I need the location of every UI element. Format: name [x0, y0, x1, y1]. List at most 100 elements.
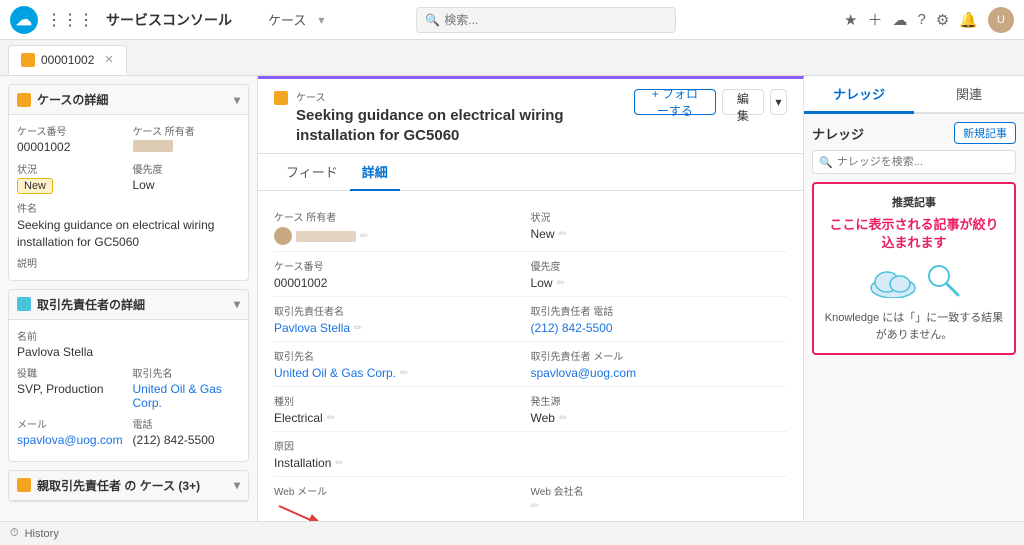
nav-subtitle: ケース	[268, 10, 306, 29]
field-type-value: Electrical ✏	[274, 411, 531, 425]
contact-edit-icon[interactable]: ✏	[354, 323, 362, 334]
field-reason: 原因 Installation ✏	[274, 432, 531, 477]
field-contact-name-value: Pavlova Stella ✏	[274, 321, 531, 335]
tab-case-00001002[interactable]: 00001002 ✕	[8, 45, 127, 75]
arrow-svg	[274, 501, 334, 521]
bookmark-icon[interactable]: ★	[844, 11, 857, 29]
knowledge-search[interactable]: 🔍	[812, 150, 1016, 174]
tab-feed[interactable]: フィード	[274, 154, 350, 191]
field-web-company-value: ✏	[531, 501, 788, 512]
field-contact-email-value: spavlova@uog.com	[531, 366, 788, 380]
tab-knowledge[interactable]: ナレッジ	[804, 76, 914, 114]
field-contact-phone: 取引先責任者 電話 (212) 842-5500	[531, 297, 788, 342]
top-navigation: ☁ ⋮⋮⋮ サービスコンソール ケース ▾ 🔍 ★ ＋ ☁ ? ⚙ 🔔 U	[0, 0, 1024, 40]
center-case-icon	[274, 91, 288, 105]
center-header: ケース Seeking guidance on electrical wirin…	[258, 79, 803, 154]
email-phone-row: メール spavlova@uog.com 電話 (212) 842-5500	[17, 416, 240, 447]
contact-name-label: 名前	[17, 328, 240, 343]
center-header-left: ケース Seeking guidance on electrical wirin…	[274, 89, 634, 145]
owner-edit-icon[interactable]: ✏	[360, 231, 368, 242]
follow-button[interactable]: + フォローする	[634, 89, 716, 115]
cloud-icon[interactable]: ☁	[893, 11, 908, 29]
field-case-owner-value: ✏	[274, 227, 531, 245]
case-icon	[17, 93, 31, 107]
center-tabs: フィード 詳細	[258, 154, 803, 191]
status-priority-row: 状況 New 優先度 Low	[17, 161, 240, 194]
field-contact-email: 取引先責任者 メール spavlova@uog.com	[531, 342, 788, 387]
contact-detail-title: 取引先責任者の詳細	[37, 296, 145, 313]
field-case-number-value: 00001002	[274, 276, 531, 290]
phone-label: 電話	[133, 416, 241, 431]
new-article-button[interactable]: 新規記事	[954, 122, 1016, 144]
field-case-number-label: ケース番号	[274, 258, 531, 273]
field-empty	[531, 432, 788, 477]
field-case-number: ケース番号 00001002	[274, 252, 531, 297]
role-value: SVP, Production	[17, 382, 125, 396]
help-icon[interactable]: ?	[918, 11, 926, 28]
search-input[interactable]	[444, 13, 667, 27]
phone-field: 電話 (212) 842-5500	[133, 416, 241, 447]
field-priority: 優先度 Low ✏	[531, 252, 788, 297]
main-layout: ケースの詳細 ▾ ケース番号 00001002 ケース 所有者	[0, 76, 1024, 521]
detail-grid: ケース 所有者 ✏ 状況 New ✏	[274, 203, 787, 521]
type-edit-icon[interactable]: ✏	[327, 413, 335, 424]
notification-icon[interactable]: 🔔	[959, 11, 978, 29]
field-type: 種別 Electrical ✏	[274, 387, 531, 432]
field-account-name-value: United Oil & Gas Corp. ✏	[274, 366, 531, 380]
more-actions-button[interactable]: ▾	[770, 89, 787, 115]
add-icon[interactable]: ＋	[867, 9, 882, 30]
priority-field: 優先度 Low	[133, 161, 241, 194]
case-detail-card: ケースの詳細 ▾ ケース番号 00001002 ケース 所有者	[8, 84, 249, 281]
contact-detail-body: 名前 Pavlova Stella 役職 SVP, Production 取引先…	[9, 320, 248, 461]
field-account-name-label: 取引先名	[274, 348, 531, 363]
parent-case-dropdown[interactable]: ▾	[234, 478, 240, 492]
field-contact-name-label: 取引先責任者名	[274, 303, 531, 318]
edit-button[interactable]: 編集	[722, 89, 764, 115]
case-owner-label: ケース 所有者	[133, 123, 241, 138]
owner-avatar	[274, 227, 292, 245]
contact-detail-dropdown[interactable]: ▾	[234, 297, 240, 311]
web-company-edit-icon[interactable]: ✏	[531, 501, 539, 512]
tab-related[interactable]: 関連	[914, 76, 1024, 114]
illustration	[824, 262, 1004, 298]
priority-edit-icon[interactable]: ✏	[557, 278, 565, 289]
priority-value: Low	[133, 178, 241, 192]
magnifier-illustration	[925, 262, 961, 298]
reason-edit-icon[interactable]: ✏	[335, 458, 343, 469]
status-value: New	[17, 178, 125, 194]
source-edit-icon[interactable]: ✏	[559, 413, 567, 424]
tab-case-icon	[21, 53, 35, 67]
case-owner-value	[133, 140, 241, 155]
salesforce-logo: ☁	[10, 6, 38, 34]
field-source-label: 発生源	[531, 393, 788, 408]
status-bar: ⏱ History	[0, 521, 1024, 545]
case-number-row: ケース番号 00001002 ケース 所有者	[17, 123, 240, 155]
owner-name	[296, 231, 356, 242]
grid-icon[interactable]: ⋮⋮⋮	[46, 10, 94, 30]
case-detail-dropdown[interactable]: ▾	[234, 93, 240, 107]
tab-detail[interactable]: 詳細	[350, 154, 400, 191]
case-number-label: ケース番号	[17, 123, 125, 138]
email-value[interactable]: spavlova@uog.com	[17, 433, 125, 447]
nav-separator	[244, 11, 256, 28]
avatar[interactable]: U	[988, 7, 1014, 33]
case-number-field: ケース番号 00001002	[17, 123, 125, 155]
knowledge-search-input[interactable]	[837, 156, 1009, 168]
search-icon: 🔍	[425, 13, 440, 27]
right-tabs: ナレッジ 関連	[804, 76, 1024, 114]
field-web-company-label: Web 会社名	[531, 483, 788, 498]
right-panel-body: ナレッジ 新規記事 🔍 推奨記事 ここに表示される記事が絞り込まれます	[804, 114, 1024, 521]
center-breadcrumb: ケース	[296, 89, 634, 104]
account-edit-icon[interactable]: ✏	[400, 368, 408, 379]
field-status-label: 状況	[531, 209, 788, 224]
global-search[interactable]: 🔍	[416, 7, 676, 33]
contact-detail-card: 取引先責任者の詳細 ▾ 名前 Pavlova Stella 役職 SVP, Pr…	[8, 289, 249, 462]
status-edit-icon[interactable]: ✏	[559, 229, 567, 240]
detail-body: ケース 所有者 ✏ 状況 New ✏	[258, 191, 803, 521]
role-field: 役職 SVP, Production	[17, 365, 125, 410]
settings-icon[interactable]: ⚙	[936, 11, 949, 29]
contact-name-value: Pavlova Stella	[17, 345, 240, 359]
tab-close-icon[interactable]: ✕	[104, 53, 113, 66]
case-owner-field: ケース 所有者	[133, 123, 241, 155]
account-value[interactable]: United Oil & Gas Corp.	[133, 382, 241, 410]
